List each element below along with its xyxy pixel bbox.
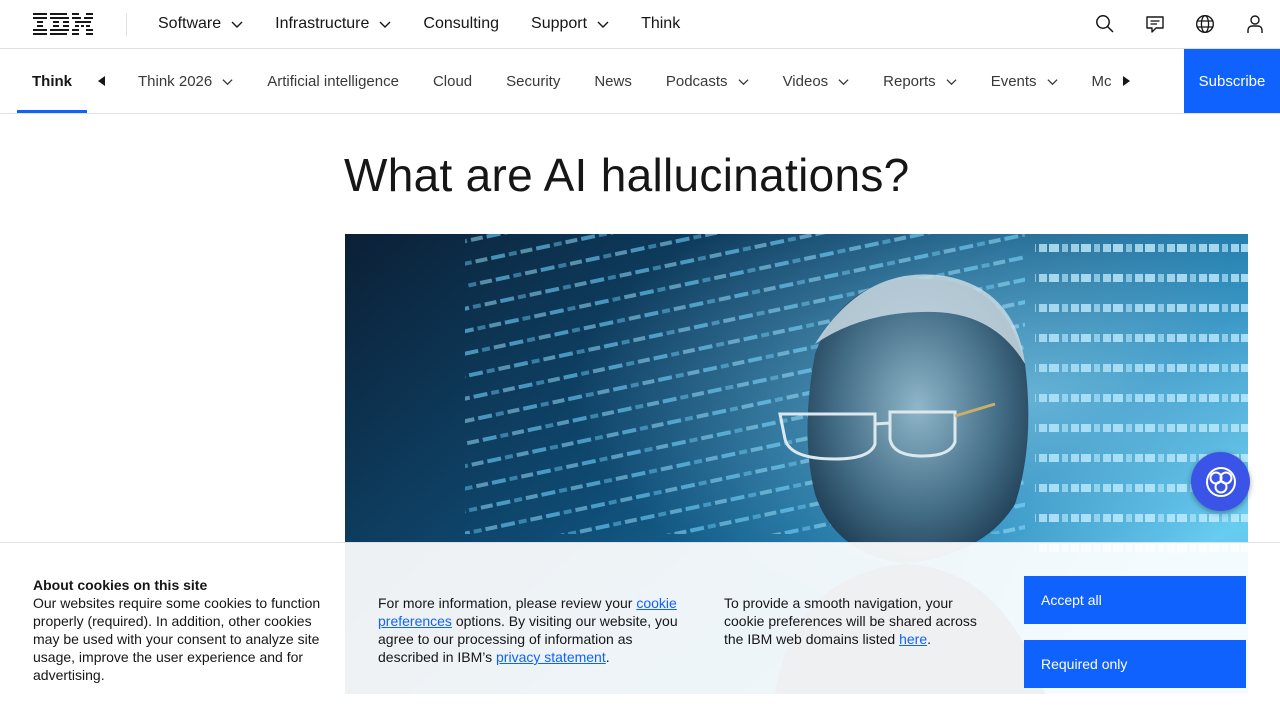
chevron-down-icon bbox=[1047, 78, 1058, 85]
ibm-logo-graphic bbox=[33, 13, 93, 35]
caret-right-icon bbox=[1123, 76, 1130, 86]
cookie-text: . bbox=[927, 631, 932, 647]
page-title: What are AI hallucinations? bbox=[344, 149, 910, 201]
ai-assistant-button[interactable] bbox=[1191, 452, 1250, 511]
nav-item-label: Support bbox=[531, 15, 588, 32]
user-icon bbox=[1247, 15, 1263, 33]
chevron-down-icon bbox=[946, 78, 957, 85]
language-button[interactable] bbox=[1180, 0, 1230, 48]
globe-icon bbox=[1195, 14, 1215, 34]
scroll-right-button[interactable] bbox=[1116, 71, 1136, 91]
subnav-think-label: Think bbox=[32, 72, 72, 90]
subnav-item-think-2026[interactable]: Think 2026 bbox=[121, 49, 250, 113]
active-tab-indicator bbox=[17, 110, 87, 113]
logo-divider bbox=[126, 13, 127, 36]
required-only-button[interactable]: Required only bbox=[1024, 640, 1246, 688]
chevron-down-icon bbox=[222, 78, 233, 85]
assistant-icon bbox=[1205, 466, 1236, 497]
nav-item-support[interactable]: Support bbox=[515, 0, 625, 48]
ibm-logo[interactable] bbox=[33, 13, 93, 35]
nav-item-label: Think bbox=[641, 15, 681, 32]
subnav-item-more[interactable]: Mc bbox=[1075, 49, 1111, 113]
subnav-think-tab[interactable]: Think bbox=[17, 49, 87, 113]
subnav-item-label: Think 2026 bbox=[138, 72, 213, 90]
subnav-item-label: Podcasts bbox=[665, 72, 728, 90]
subnav-item-artificial-intelligence[interactable]: Artificial intelligence bbox=[250, 49, 416, 113]
chevron-down-icon bbox=[838, 78, 849, 85]
scroll-left-button[interactable] bbox=[92, 71, 112, 91]
cookie-body-text: Our websites require some cookies to fun… bbox=[33, 595, 321, 683]
subscribe-button[interactable]: Subscribe bbox=[1184, 49, 1280, 113]
subnav-item-videos[interactable]: Videos bbox=[766, 49, 867, 113]
masthead: Software Infrastructure Consulting Suppo… bbox=[0, 0, 1280, 49]
cookie-banner: About cookies on this site Our websites … bbox=[0, 542, 1280, 720]
subnav-items: Think 2026 Artificial intelligence Cloud… bbox=[121, 49, 1111, 113]
cookie-intro: About cookies on this site Our websites … bbox=[33, 576, 338, 684]
chevron-down-icon bbox=[738, 78, 749, 85]
subnav-item-label: Artificial intelligence bbox=[267, 72, 399, 90]
chat-icon bbox=[1146, 16, 1164, 33]
profile-button[interactable] bbox=[1230, 0, 1280, 48]
subnav-item-label: Mc bbox=[1091, 72, 1111, 90]
subnav-item-label: News bbox=[594, 72, 632, 90]
cookie-text: To provide a smooth navigation, your coo… bbox=[724, 595, 977, 647]
cookie-domains-info: To provide a smooth navigation, your coo… bbox=[724, 594, 994, 648]
privacy-statement-link[interactable]: privacy statement bbox=[496, 649, 606, 665]
chevron-down-icon bbox=[597, 21, 609, 28]
subnav-item-security[interactable]: Security bbox=[489, 49, 577, 113]
nav-item-infrastructure[interactable]: Infrastructure bbox=[259, 0, 407, 48]
main-nav: Software Infrastructure Consulting Suppo… bbox=[142, 0, 696, 48]
subnav-item-news[interactable]: News bbox=[577, 49, 649, 113]
chevron-down-icon bbox=[231, 21, 243, 28]
search-icon bbox=[1096, 15, 1114, 33]
chevron-down-icon bbox=[379, 21, 391, 28]
cookie-more-info: For more information, please review your… bbox=[378, 594, 678, 666]
subnav-item-label: Security bbox=[506, 72, 561, 90]
accept-all-button[interactable]: Accept all bbox=[1024, 576, 1246, 624]
subnav-item-label: Events bbox=[990, 72, 1037, 90]
nav-item-software[interactable]: Software bbox=[142, 0, 259, 48]
subnav-item-podcasts[interactable]: Podcasts bbox=[649, 49, 766, 113]
nav-item-think[interactable]: Think bbox=[625, 0, 696, 48]
nav-item-consulting[interactable]: Consulting bbox=[407, 0, 515, 48]
domains-here-link[interactable]: here bbox=[899, 631, 927, 647]
subnav-item-reports[interactable]: Reports bbox=[866, 49, 974, 113]
subnav-item-label: Videos bbox=[782, 72, 829, 90]
masthead-actions bbox=[1080, 0, 1280, 48]
contact-button[interactable] bbox=[1130, 0, 1180, 48]
subnav-item-label: Cloud bbox=[432, 72, 473, 90]
search-button[interactable] bbox=[1080, 0, 1130, 48]
cookie-text: . bbox=[605, 649, 610, 665]
think-subnav: Think Think 2026 Artificial intelligence… bbox=[0, 49, 1280, 114]
subnav-item-events[interactable]: Events bbox=[974, 49, 1075, 113]
subnav-item-cloud[interactable]: Cloud bbox=[416, 49, 489, 113]
nav-item-label: Software bbox=[158, 15, 222, 32]
cookie-text: For more information, please review your bbox=[378, 595, 637, 611]
subnav-item-label: Reports bbox=[883, 72, 936, 90]
nav-item-label: Consulting bbox=[423, 15, 500, 32]
nav-item-label: Infrastructure bbox=[275, 15, 370, 32]
caret-left-icon bbox=[98, 76, 105, 86]
cookie-heading: About cookies on this site bbox=[33, 577, 208, 593]
